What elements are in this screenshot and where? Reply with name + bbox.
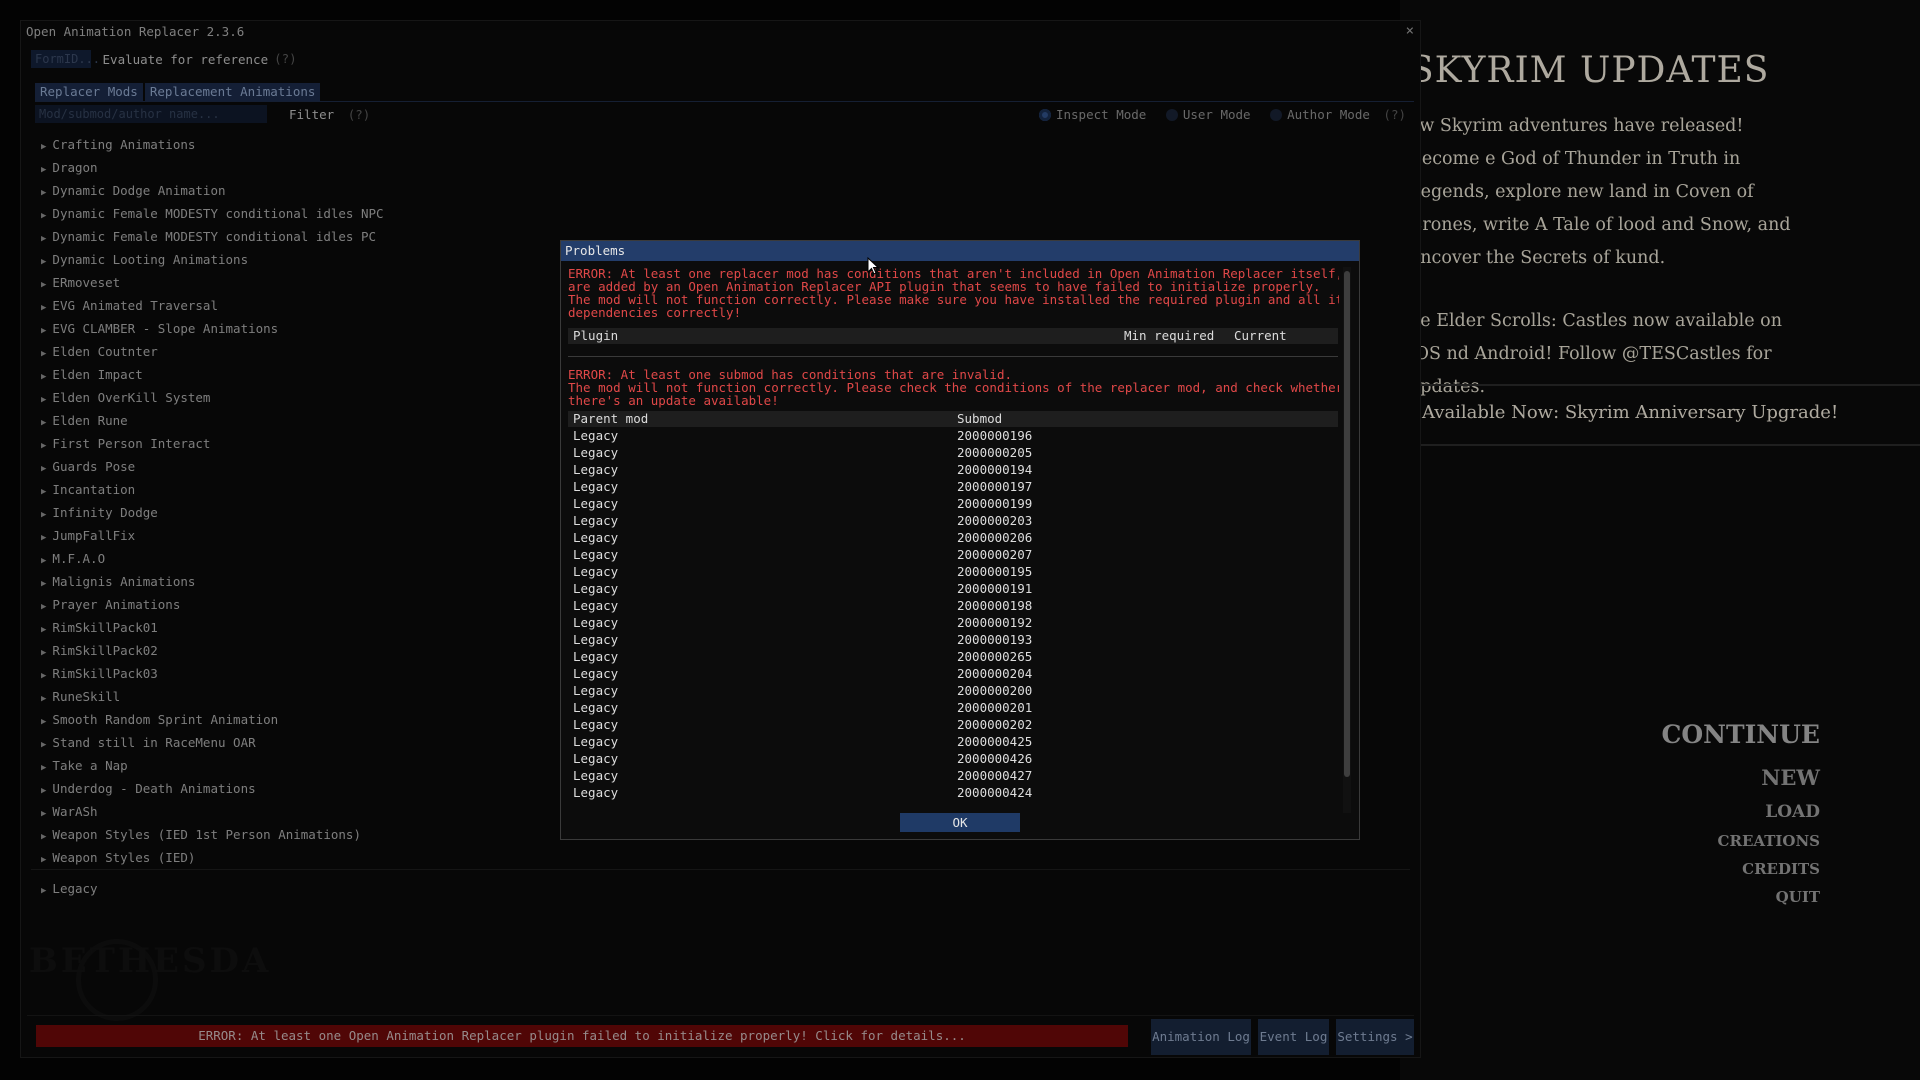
parent-mod-cell: Legacy (573, 700, 619, 715)
parent-mod-cell: Legacy (573, 785, 619, 800)
submod-error-message: ERROR: At least one submod has condition… (568, 367, 1339, 408)
submod-cell: 2000000199 (957, 496, 1033, 511)
table-row: Legacy 2000000206 (568, 529, 1338, 546)
submod-cell: 2000000191 (957, 581, 1033, 596)
table-row: Legacy 2000000196 (568, 427, 1338, 444)
submod-cell: 2000000194 (957, 462, 1033, 477)
table-row: Legacy 2000000207 (568, 546, 1338, 563)
parent-mod-cell: Legacy (573, 513, 619, 528)
table-row: Legacy 2000000205 (568, 444, 1338, 461)
problems-dialog: Problems ERROR: At least one replacer mo… (560, 240, 1360, 840)
plugin-error-message: ERROR: At least one replacer mod has con… (568, 267, 1339, 320)
mouse-cursor-icon (867, 256, 880, 279)
table-row: Legacy 2000000265 (568, 648, 1338, 665)
table-row: Legacy 2000000426 (568, 750, 1338, 767)
parent-mod-cell: Legacy (573, 581, 619, 596)
parent-mod-cell: Legacy (573, 751, 619, 766)
plugin-table-header: Plugin Min required Current (568, 328, 1338, 344)
submod-cell: 2000000193 (957, 632, 1033, 647)
table-row: Legacy 2000000199 (568, 495, 1338, 512)
parent-mod-cell: Legacy (573, 615, 619, 630)
header-parent-mod: Parent mod (573, 411, 649, 426)
table-row: Legacy 2000000200 (568, 682, 1338, 699)
submod-cell: 2000000203 (957, 513, 1033, 528)
parent-mod-cell: Legacy (573, 768, 619, 783)
submod-table-header: Parent mod Submod (568, 411, 1338, 427)
header-min-required: Min required (1124, 328, 1215, 343)
parent-mod-cell: Legacy (573, 462, 619, 477)
dialog-scrollbar[interactable] (1343, 267, 1351, 813)
table-row: Legacy 2000000194 (568, 461, 1338, 478)
table-row: Legacy 2000000191 (568, 580, 1338, 597)
table-row: Legacy 2000000424 (568, 784, 1338, 801)
submod-cell: 2000000192 (957, 615, 1033, 630)
submod-cell: 2000000426 (957, 751, 1033, 766)
header-current: Current (1234, 328, 1287, 343)
ok-button[interactable]: OK (900, 813, 1020, 832)
submod-cell: 2000000265 (957, 649, 1033, 664)
submod-cell: 2000000200 (957, 683, 1033, 698)
dialog-body: ERROR: At least one replacer mod has con… (568, 267, 1339, 807)
parent-mod-cell: Legacy (573, 717, 619, 732)
submod-table: Parent mod Submod Legacy 2000000196 Legacy… (568, 411, 1338, 807)
plugin-table: Plugin Min required Current (568, 328, 1338, 344)
parent-mod-cell: Legacy (573, 547, 619, 562)
parent-mod-cell: Legacy (573, 479, 619, 494)
parent-mod-cell: Legacy (573, 666, 619, 681)
scrollbar-thumb[interactable] (1344, 271, 1350, 777)
header-submod: Submod (957, 411, 1003, 426)
parent-mod-cell: Legacy (573, 428, 619, 443)
parent-mod-cell: Legacy (573, 530, 619, 545)
table-row: Legacy 2000000202 (568, 716, 1338, 733)
dialog-title[interactable]: Problems (561, 241, 1359, 261)
submod-cell: 2000000205 (957, 445, 1033, 460)
parent-mod-cell: Legacy (573, 734, 619, 749)
table-row: Legacy 2000000201 (568, 699, 1338, 716)
parent-mod-cell: Legacy (573, 649, 619, 664)
table-row: Legacy 2000000204 (568, 665, 1338, 682)
header-plugin: Plugin (573, 328, 619, 343)
submod-cell: 2000000425 (957, 734, 1033, 749)
divider (568, 356, 1338, 357)
submod-cell: 2000000427 (957, 768, 1033, 783)
submod-cell: 2000000196 (957, 428, 1033, 443)
submod-cell: 2000000201 (957, 700, 1033, 715)
table-row: Legacy 2000000193 (568, 631, 1338, 648)
table-row: Legacy 2000000192 (568, 614, 1338, 631)
table-row: Legacy 2000000425 (568, 733, 1338, 750)
parent-mod-cell: Legacy (573, 564, 619, 579)
parent-mod-cell: Legacy (573, 598, 619, 613)
parent-mod-cell: Legacy (573, 445, 619, 460)
table-row: Legacy 2000000198 (568, 597, 1338, 614)
submod-cell: 2000000207 (957, 547, 1033, 562)
table-row: Legacy 2000000195 (568, 563, 1338, 580)
parent-mod-cell: Legacy (573, 683, 619, 698)
submod-cell: 2000000424 (957, 785, 1033, 800)
submod-cell: 2000000197 (957, 479, 1033, 494)
submod-cell: 2000000206 (957, 530, 1033, 545)
submod-cell: 2000000204 (957, 666, 1033, 681)
table-row: Legacy 2000000427 (568, 767, 1338, 784)
parent-mod-cell: Legacy (573, 496, 619, 511)
submod-cell: 2000000195 (957, 564, 1033, 579)
table-row: Legacy 2000000203 (568, 512, 1338, 529)
parent-mod-cell: Legacy (573, 632, 619, 647)
table-row: Legacy 2000000197 (568, 478, 1338, 495)
submod-cell: 2000000198 (957, 598, 1033, 613)
submod-cell: 2000000202 (957, 717, 1033, 732)
